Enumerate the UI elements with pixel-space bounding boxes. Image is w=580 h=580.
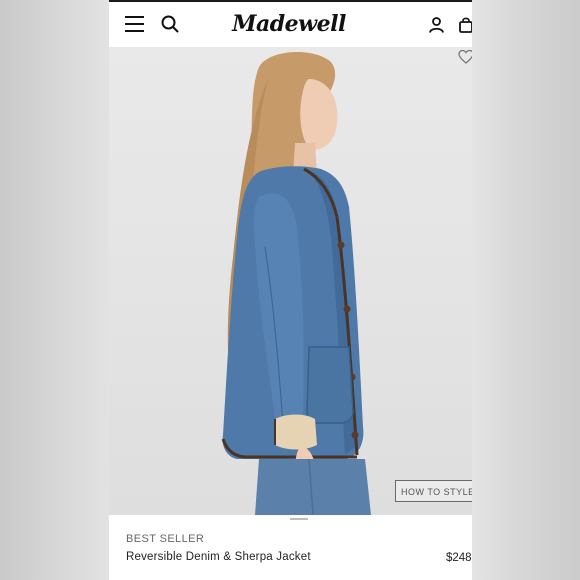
carousel-indicator[interactable] xyxy=(290,518,308,520)
model-photo xyxy=(221,51,371,515)
hamburger-menu-icon[interactable] xyxy=(125,16,144,32)
account-icon[interactable] xyxy=(429,17,444,33)
top-navigation: Madewell xyxy=(109,2,472,47)
blurred-background-right xyxy=(472,0,580,580)
search-icon[interactable] xyxy=(161,15,179,33)
shopping-bag-icon[interactable] xyxy=(459,17,472,33)
blurred-background-left xyxy=(0,0,109,580)
product-info: BEST SELLER Reversible Denim & Sherpa Ja… xyxy=(109,515,472,580)
heart-icon[interactable] xyxy=(458,49,472,65)
brand-logo[interactable]: Madewell xyxy=(219,10,359,38)
product-name[interactable]: Reversible Denim & Sherpa Jacket xyxy=(126,551,311,563)
product-image[interactable]: HOW TO STYLE IT xyxy=(109,47,472,515)
product-price: $248 xyxy=(446,552,472,564)
best-seller-badge: BEST SELLER xyxy=(126,533,205,545)
how-to-style-button[interactable]: HOW TO STYLE IT xyxy=(395,480,472,502)
product-page: Madewell HOW TO STYLE BEST SELLER Revers… xyxy=(109,0,472,580)
